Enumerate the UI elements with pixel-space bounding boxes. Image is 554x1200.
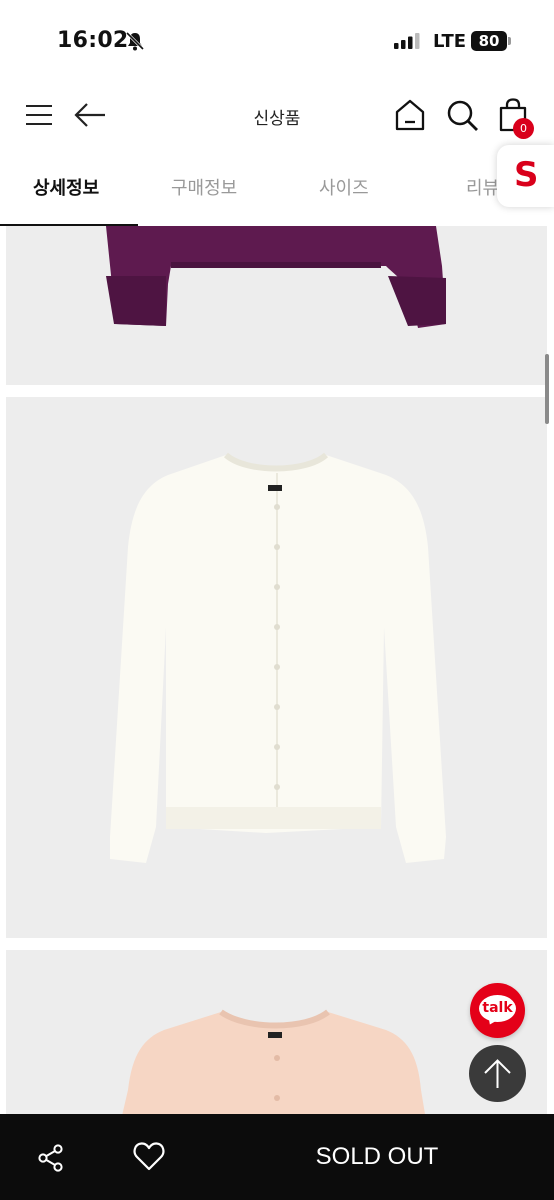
product-image-purple [6,226,547,385]
battery-icon: 80 [471,31,507,51]
tab-review[interactable]: 리뷰 [466,174,499,200]
signal-icon [394,33,420,49]
sold-out-button[interactable]: SOLD OUT [250,1114,504,1200]
talk-chat-button[interactable]: talk [470,983,525,1038]
chat-bubble-icon: talk [479,995,516,1022]
scrollbar[interactable] [545,354,549,424]
cart-count-badge: 0 [513,118,534,139]
arrow-up-icon [484,1059,511,1088]
product-image-peach [6,950,547,1120]
bottom-action-bar: SOLD OUT [0,1114,554,1200]
tab-purchase-info[interactable]: 구매정보 [171,174,237,200]
home-icon[interactable] [395,99,425,131]
status-time: 16:02 [57,28,129,53]
talk-label: talk [482,1000,513,1016]
detail-tabs: 상세정보 구매정보 사이즈 리뷰 [0,150,554,226]
battery-tip [508,37,511,45]
status-bar: 16:02 LTE 80 [0,0,554,82]
product-image-ivory [6,397,547,938]
share-icon[interactable] [37,1144,65,1172]
top-header: 신상품 0 [0,82,554,150]
tab-size[interactable]: 사이즈 [319,174,369,200]
battery-level: 80 [478,32,500,50]
back-arrow-icon[interactable] [74,102,106,128]
heart-icon[interactable] [133,1141,165,1171]
network-type: LTE [433,31,467,52]
search-icon[interactable] [447,100,479,132]
bell-muted-icon [125,31,145,51]
tab-detail[interactable]: 상세정보 [33,174,99,200]
cart-button[interactable]: 0 [498,98,538,139]
scroll-top-button[interactable] [469,1045,526,1102]
menu-icon[interactable] [26,104,52,126]
brand-s-logo[interactable]: S [497,145,554,207]
brand-s-label: S [514,155,539,195]
